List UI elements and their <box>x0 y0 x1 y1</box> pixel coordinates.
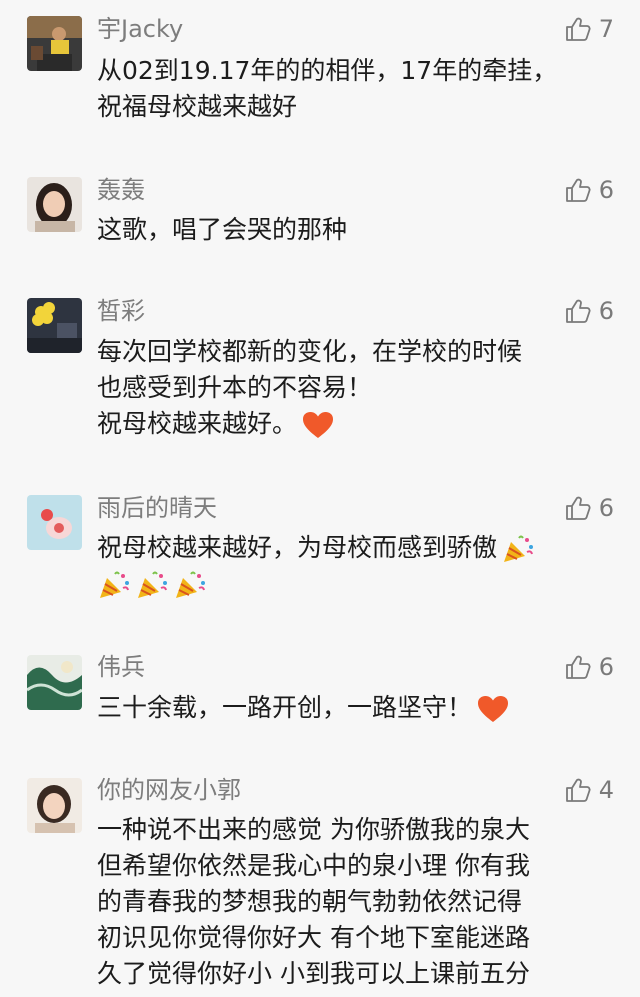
comment-line: 祝母校越来越好，为母校而感到骄傲 <box>97 533 498 562</box>
comment-line: 祝福母校越来越好 <box>97 92 298 121</box>
party-popper-icon <box>173 570 207 600</box>
party-popper-icon <box>501 534 535 564</box>
comment-line: 久了觉得你好小 小到我可以上课前五分 <box>97 959 530 988</box>
heart-icon <box>301 410 335 440</box>
comment-line: 初识见你觉得你好大 有个地下室能迷路 <box>97 923 530 952</box>
comment-line: 但希望你依然是我心中的泉小理 你有我 <box>97 851 530 880</box>
comment-text: 祝母校越来越好，为母校而感到骄傲 <box>97 530 617 602</box>
like-button[interactable]: 6 <box>565 652 614 682</box>
thumbs-up-icon <box>565 655 591 679</box>
commenter-name[interactable]: 伟兵 <box>97 652 145 682</box>
comment-line: 从02到19.17年的的相伴，17年的牵挂， <box>97 56 558 85</box>
commenter-name[interactable]: 雨后的晴天 <box>97 493 217 523</box>
comment-line: 一种说不出来的感觉 为你骄傲我的泉大 <box>97 815 530 844</box>
green-pattern-avatar <box>27 655 82 710</box>
avatar[interactable] <box>27 16 82 71</box>
comment-text: 从02到19.17年的的相伴，17年的牵挂， 祝福母校越来越好 <box>97 53 617 125</box>
comment-text: 一种说不出来的感觉 为你骄傲我的泉大 但希望你依然是我心中的泉小理 你有我 的青… <box>97 812 617 992</box>
like-count: 7 <box>598 15 614 43</box>
thumbs-up-icon <box>565 496 591 520</box>
party-popper-icon <box>135 570 169 600</box>
comment-line-with-emoji: 祝母校越来越好。 <box>97 406 617 442</box>
party-popper-icon <box>97 570 131 600</box>
thumbs-up-icon <box>565 299 591 323</box>
strawberry-drink-avatar <box>27 495 82 550</box>
like-button[interactable]: 6 <box>565 493 614 523</box>
comment-line-with-emoji: 三十余载，一路开创，一路坚守！ <box>97 690 617 726</box>
comment-line: 这歌，唱了会哭的那种 <box>97 215 348 244</box>
like-count: 6 <box>598 653 614 681</box>
like-count: 4 <box>598 776 614 804</box>
like-button[interactable]: 6 <box>565 296 614 326</box>
avatar[interactable] <box>27 778 82 833</box>
heart-icon <box>476 694 510 724</box>
comment-text: 每次回学校都新的变化，在学校的时候 也感受到升本的不容易！ 祝母校越来越好。 <box>97 334 617 442</box>
like-button[interactable]: 7 <box>565 14 614 44</box>
yellow-flower-avatar <box>27 298 82 353</box>
commenter-name[interactable]: 你的网友小郭 <box>97 775 241 805</box>
comment-line: 三十余载，一路开创，一路坚守！ <box>97 693 473 722</box>
man-portrait-avatar <box>27 16 82 71</box>
avatar[interactable] <box>27 495 82 550</box>
avatar[interactable] <box>27 177 82 232</box>
comment-line: 的青春我的梦想我的朝气勃勃依然记得 <box>97 887 523 916</box>
comment-text: 这歌，唱了会哭的那种 <box>97 212 617 248</box>
party-popper-row <box>97 566 617 602</box>
commenter-name[interactable]: 轰轰 <box>97 175 145 205</box>
like-count: 6 <box>598 494 614 522</box>
comment-line: 也感受到升本的不容易！ <box>97 373 373 402</box>
thumbs-up-icon <box>565 178 591 202</box>
like-count: 6 <box>598 176 614 204</box>
avatar[interactable] <box>27 655 82 710</box>
comment-line: 每次回学校都新的变化，在学校的时候 <box>97 337 523 366</box>
like-count: 6 <box>598 297 614 325</box>
avatar[interactable] <box>27 298 82 353</box>
comment-line: 祝母校越来越好。 <box>97 409 298 438</box>
girl-portrait-avatar <box>27 778 82 833</box>
like-button[interactable]: 6 <box>565 175 614 205</box>
comment-text: 三十余载，一路开创，一路坚守！ <box>97 690 617 726</box>
commenter-name[interactable]: 宇Jacky <box>97 14 183 44</box>
comment-line-with-emoji: 祝母校越来越好，为母校而感到骄傲 <box>97 530 617 566</box>
woman-portrait-avatar <box>27 177 82 232</box>
thumbs-up-icon <box>565 17 591 41</box>
thumbs-up-icon <box>565 778 591 802</box>
like-button[interactable]: 4 <box>565 775 614 805</box>
commenter-name[interactable]: 皙彩 <box>97 296 145 326</box>
